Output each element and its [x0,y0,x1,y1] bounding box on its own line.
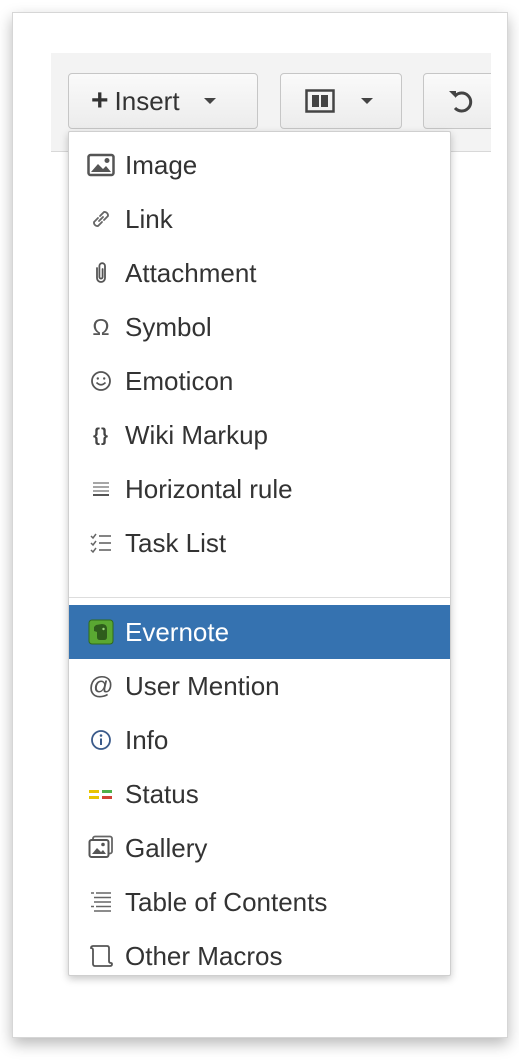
menu-item-wiki-markup[interactable]: {} Wiki Markup [69,408,450,462]
status-icon [85,779,117,809]
evernote-icon [85,617,117,647]
insert-dropdown-button[interactable]: + Insert [68,73,258,129]
insert-dropdown-menu: Image Link Attachment Ω Symbol Emoticon … [68,131,451,976]
menu-item-label: Evernote [125,616,230,647]
menu-item-other-macros[interactable]: Other Macros [69,929,450,983]
menu-item-horizontal-rule[interactable]: Horizontal rule [69,462,450,516]
menu-item-evernote[interactable]: Evernote [69,605,450,659]
table-of-contents-icon [85,887,117,917]
menu-item-gallery[interactable]: Gallery [69,821,450,875]
menu-item-label: Horizontal rule [125,473,293,504]
menu-item-user-mention[interactable]: @ User Mention [69,659,450,713]
editor-frame: + Insert Image Link Attachment Ω Symbol … [12,12,508,1038]
menu-item-label: Image [125,149,198,180]
menu-item-label: Symbol [125,311,212,342]
undo-button[interactable] [423,73,491,129]
menu-item-label: Link [125,203,173,234]
at-sign-icon: @ [88,671,114,700]
menu-item-label: Info [125,724,169,755]
omega-icon: Ω [92,313,110,340]
menu-item-label: Task List [125,527,227,558]
menu-item-label: Wiki Markup [125,419,269,450]
menu-item-symbol[interactable]: Ω Symbol [69,300,450,354]
menu-item-attachment[interactable]: Attachment [69,246,450,300]
curly-braces-icon: {} [92,425,109,445]
layout-columns-icon [305,89,335,113]
smiley-icon [85,366,117,396]
image-icon [85,150,117,180]
menu-item-emoticon[interactable]: Emoticon [69,354,450,408]
menu-item-label: Other Macros [125,940,283,971]
menu-item-image[interactable]: Image [69,138,450,192]
plus-icon: + [91,84,109,117]
insert-button-label: Insert [114,85,180,116]
menu-item-task-list[interactable]: Task List [69,516,450,570]
menu-item-link[interactable]: Link [69,192,450,246]
gallery-icon [85,833,117,863]
paperclip-icon [85,258,117,288]
menu-item-label: Status [125,778,199,809]
menu-item-label: Table of Contents [125,886,328,917]
menu-item-label: Emoticon [125,365,234,396]
menu-item-label: Gallery [125,832,208,863]
menu-item-status[interactable]: Status [69,767,450,821]
menu-item-info[interactable]: Info [69,713,450,767]
link-icon [85,204,117,234]
info-icon [85,725,117,755]
menu-divider [69,597,450,598]
undo-icon [446,87,474,115]
menu-item-label: Attachment [125,257,257,288]
macros-icon [85,941,117,971]
page-layout-button[interactable] [280,73,402,129]
menu-item-label: User Mention [125,670,280,701]
chevron-down-icon [361,98,373,104]
menu-item-table-of-contents[interactable]: Table of Contents [69,875,450,929]
task-list-icon [85,528,117,558]
horizontal-rule-icon [85,474,117,504]
chevron-down-icon [203,98,216,104]
